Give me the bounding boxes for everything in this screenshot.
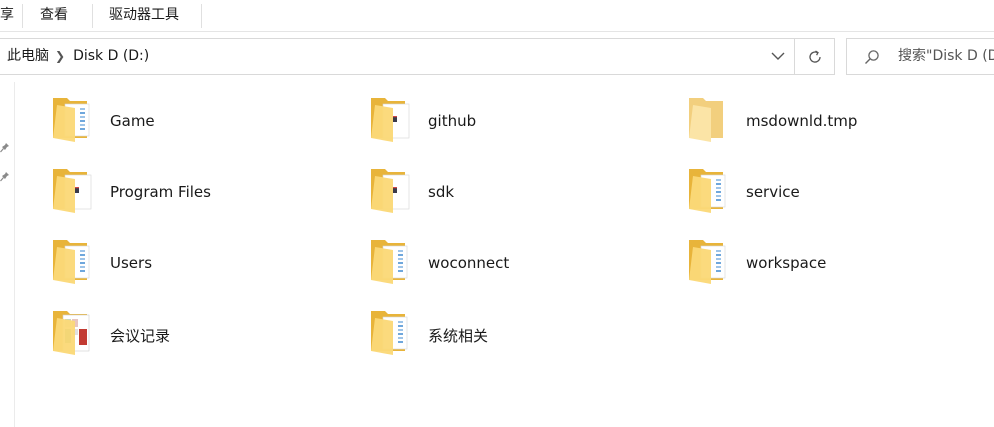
folder-docs-icon [687,163,735,215]
breadcrumb: 此电脑 ❯ Disk D (D:) [7,39,149,74]
folder-docs-icon [687,234,735,286]
folder-file-icon [51,163,99,215]
folder-name: sdk [428,183,455,201]
folder-empty-icon [687,92,735,144]
chevron-right-icon[interactable]: ❯ [55,39,65,74]
ribbon-tab-share[interactable]: 享 [0,0,22,31]
navigation-pane[interactable] [0,82,15,427]
search-input[interactable]: 搜索"Disk D (D:)" [898,39,994,74]
folder-file-icon [369,163,417,215]
breadcrumb-this-pc[interactable]: 此电脑 [7,48,49,64]
ribbon-divider [201,4,202,28]
refresh-button[interactable] [795,38,835,75]
folder-name: Users [110,254,153,272]
search-box[interactable]: 搜索"Disk D (D:)" [846,38,994,75]
breadcrumb-disk-d[interactable]: Disk D (D:) [73,48,149,64]
ribbon-tab-view[interactable]: 查看 [40,0,68,31]
folder-name: 系统相关 [428,327,489,345]
folder-item[interactable]: 会议记录 [51,305,351,371]
file-list: Game github msdownld.tmp Program Files s… [16,82,994,427]
address-history-dropdown[interactable] [762,39,794,74]
folder-item[interactable]: workspace [687,234,987,300]
folder-docs-icon [369,234,417,286]
folder-name: 会议记录 [110,327,171,345]
folder-docs-icon [51,92,99,144]
folder-item[interactable]: service [687,163,987,229]
refresh-icon [809,50,821,63]
ribbon-tab-drive-tools-label: 驱动器工具 [109,7,179,23]
folder-name: workspace [746,254,827,272]
folder-docs-icon [369,305,417,357]
ribbon-tab-drive-tools[interactable]: 驱动器工具 [109,0,179,31]
folder-name: woconnect [428,254,510,272]
folder-name: Program Files [110,183,211,201]
ribbon-tab-share-label: 享 [0,7,14,23]
folder-images-icon [51,305,99,357]
folder-name: Game [110,112,155,130]
chevron-down-icon [771,52,785,60]
folder-item[interactable]: Game [51,92,351,158]
ribbon-tab-view-label: 查看 [40,7,68,23]
folder-item[interactable]: Program Files [51,163,351,229]
folder-item[interactable]: 系统相关 [369,305,669,371]
ribbon-divider [22,4,23,28]
folder-item[interactable]: Users [51,234,351,300]
folder-item[interactable]: github [369,92,669,158]
ribbon-divider [92,4,93,28]
folder-item[interactable]: sdk [369,163,669,229]
folder-name: github [428,112,477,130]
folder-item[interactable]: msdownld.tmp [687,92,987,158]
folder-name: msdownld.tmp [746,112,858,130]
folder-docs-icon [51,234,99,286]
folder-name: service [746,183,800,201]
search-icon [865,50,879,64]
pin-icon[interactable] [0,142,10,154]
ribbon-tab-bar: 享 查看 驱动器工具 [0,0,994,32]
folder-item[interactable]: woconnect [369,234,669,300]
address-bar[interactable]: 此电脑 ❯ Disk D (D:) [0,38,795,75]
folder-file-icon [369,92,417,144]
pin-icon[interactable] [0,171,10,183]
